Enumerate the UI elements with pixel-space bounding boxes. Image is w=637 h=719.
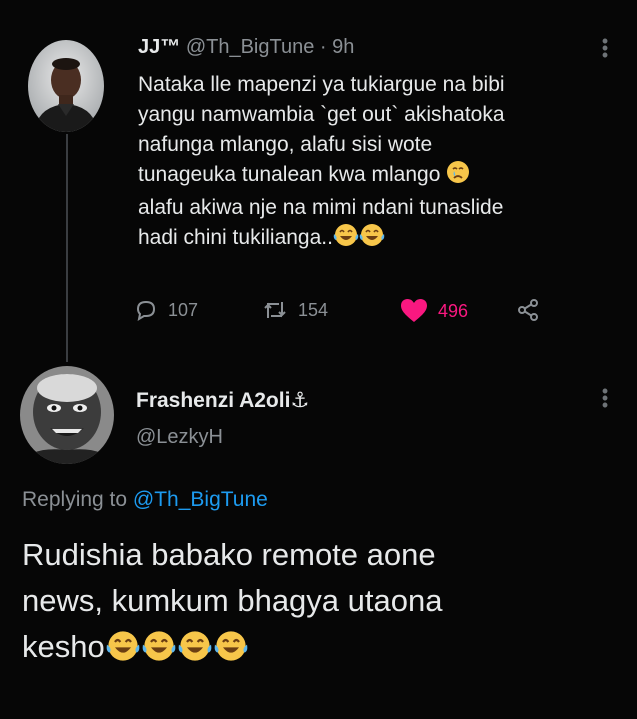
tweet-actions: 107 154 496 [134, 298, 604, 328]
more-options-icon[interactable]: • • • [601, 32, 609, 64]
retweet-button[interactable]: 154 [262, 298, 328, 322]
user-handle[interactable]: @LezkyH [136, 426, 223, 449]
avatar[interactable] [28, 40, 104, 132]
tweet-line: tunageuka tunalean kwa mlango [138, 163, 441, 186]
display-name[interactable]: Frashenzi A2oli⚓ [136, 388, 309, 413]
tweet-line-with-emoji: tunageuka tunalean kwa mlango [138, 160, 618, 193]
avatar-image [20, 366, 114, 464]
laughing-tears-face-icon [141, 629, 177, 675]
retweet-icon [264, 302, 286, 318]
crying-face-icon [446, 160, 470, 193]
share-icon [518, 299, 538, 321]
laughing-tears-face-icon [359, 223, 385, 256]
avatar[interactable] [20, 366, 114, 464]
laughing-tears-face-icon [213, 629, 249, 675]
avatar-image [28, 40, 104, 132]
tweet-line: Nataka lle mapenzi ya tukiargue na bibi [138, 73, 505, 96]
replying-to: Replying to @Th_BigTune [22, 488, 268, 512]
display-name[interactable]: JJ™ [138, 36, 180, 58]
laughing-tears-face-icon [177, 629, 213, 675]
replying-handle-link[interactable]: @Th_BigTune [133, 488, 268, 511]
tweet-screenshot: JJ™ @Th_BigTune · 9h • • • Nataka lle mape… [0, 0, 637, 719]
display-name-text: Frashenzi A2oli [136, 389, 291, 412]
tweet-header: JJ™ @Th_BigTune · 9h [138, 36, 354, 59]
tweet-line: Rudishia babako remote aone [22, 537, 436, 572]
reply-button[interactable]: 107 [134, 298, 198, 322]
tweet-line: yangu namwambia `get out` akishatoka [138, 103, 505, 126]
tweet-text: Rudishia babako remote aone news, kumkum… [22, 532, 612, 675]
tweet-time[interactable]: 9h [332, 36, 354, 58]
tweet-line: nafunga mlango, alafu sisi wote [138, 133, 433, 156]
thread-connector-line [66, 134, 68, 362]
replying-prefix: Replying to [22, 488, 128, 511]
tweet-line: hadi chini tukilianga.. [138, 226, 333, 249]
like-count: 496 [438, 300, 469, 321]
separator: · [319, 36, 327, 58]
tweet-line: alafu akiwa nje na mimi ndani tunaslide [138, 196, 504, 219]
like-button[interactable]: 496 [400, 298, 468, 324]
tweet-line-with-emoji: hadi chini tukilianga.. [138, 223, 618, 256]
laughing-tears-face-icon [105, 629, 141, 675]
user-handle[interactable]: @Th_BigTune [186, 36, 315, 58]
laughing-tears-face-icon [333, 223, 359, 256]
anchor-icon: ⚓ [290, 389, 310, 412]
heart-icon [401, 299, 427, 322]
tweet-line-with-emoji: kesho [22, 624, 612, 675]
retweet-count: 154 [298, 299, 329, 320]
more-options-icon[interactable]: • • • [601, 382, 609, 414]
share-button[interactable] [516, 298, 540, 322]
tweet-line: kesho [22, 629, 105, 664]
reply-icon [136, 300, 156, 322]
tweet-text: Nataka lle mapenzi ya tukiargue na bibi … [138, 70, 618, 256]
reply-count: 107 [168, 299, 199, 320]
tweet-line: news, kumkum bhagya utaona [22, 583, 443, 618]
